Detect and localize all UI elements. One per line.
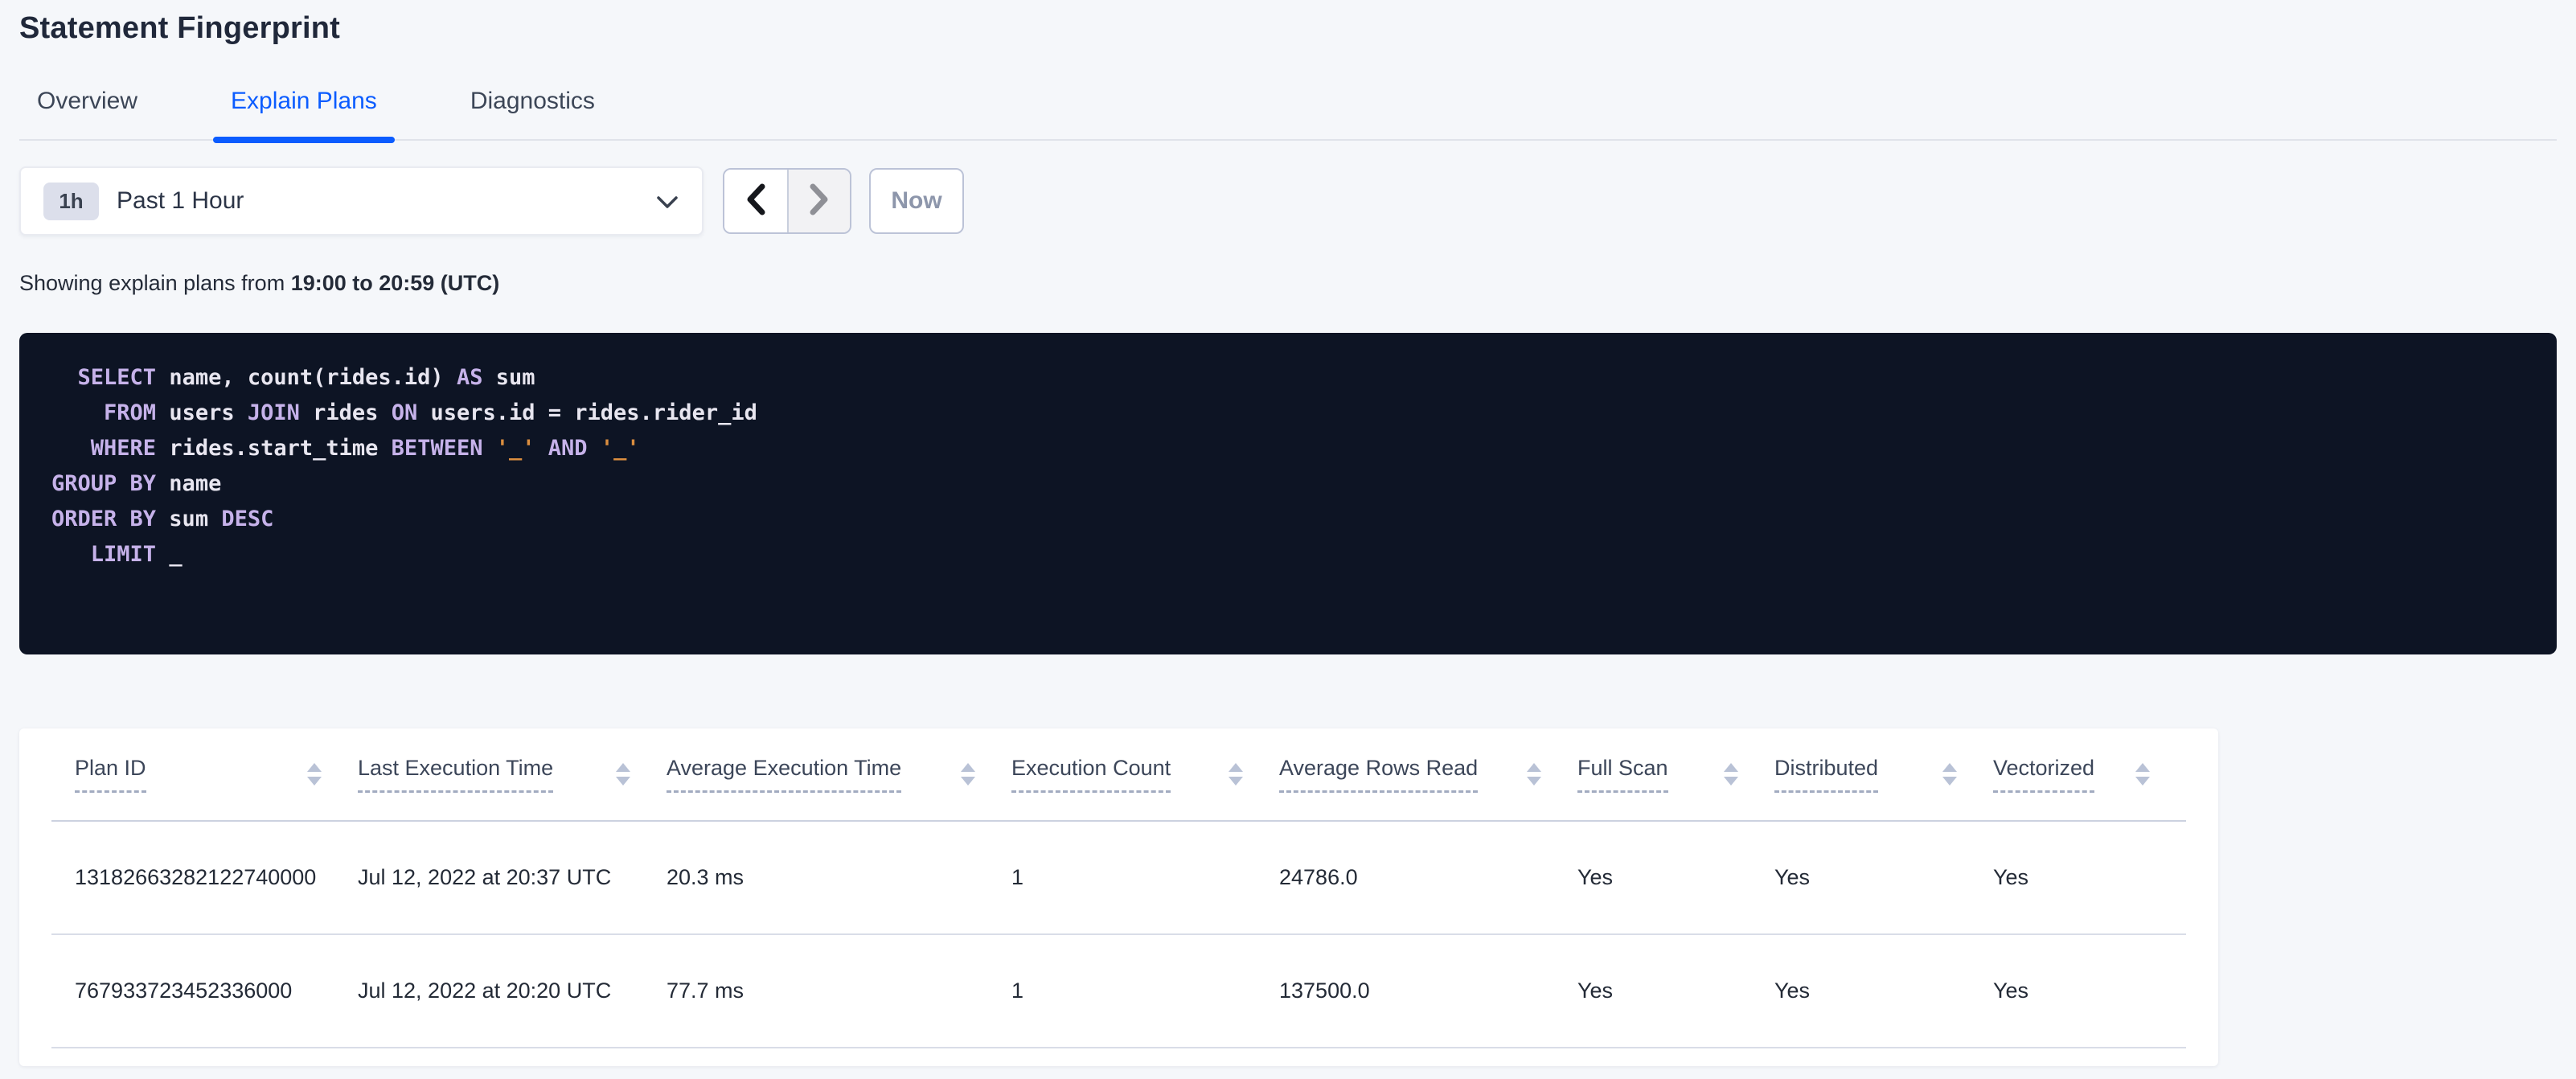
table-cell-average-rows-read: 24786.0	[1279, 865, 1358, 889]
sql-line: GROUP BY name	[51, 471, 222, 496]
tab-label-diagnostics: Diagnostics	[470, 88, 595, 114]
table-cell-execution-count: 1	[1011, 865, 1024, 889]
column-label-plan-id: Plan ID	[75, 756, 146, 793]
sql-statement-box: SELECT name, count(rides.id) AS sum FROM…	[19, 333, 2557, 654]
sort-icon[interactable]	[616, 763, 630, 786]
prev-time-button[interactable]	[724, 170, 787, 232]
table-cell-vectorized: Yes	[1993, 865, 2029, 889]
column-label-full-scan: Full Scan	[1577, 756, 1668, 793]
time-range-badge: 1h	[43, 182, 99, 220]
table-cell-plan-id: 767933723452336000	[75, 978, 293, 1003]
sql-line: FROM users JOIN rides ON users.id = ride…	[104, 400, 757, 425]
now-button[interactable]: Now	[869, 168, 964, 234]
time-picker-row: 1h Past 1 Hour Now	[19, 166, 2557, 236]
tab-label-overview: Overview	[37, 88, 138, 114]
table-cell-full-scan: Yes	[1577, 865, 1614, 889]
column-header-execution-count[interactable]: Execution Count	[1011, 756, 1279, 793]
sql-line: WHERE rides.start_time BETWEEN '_' AND '…	[90, 436, 640, 461]
tab-explain-plans[interactable]: Explain Plans	[213, 88, 395, 143]
table-cell-distributed: Yes	[1774, 865, 1811, 889]
table-header-row: Plan ID Last Execution Time Average Exec…	[51, 728, 2186, 822]
statement-fingerprint-page: Statement Fingerprint Overview Explain Pl…	[0, 0, 2576, 1066]
sql-line: SELECT name, count(rides.id) AS sum	[77, 365, 535, 390]
column-label-execution-count: Execution Count	[1011, 756, 1171, 793]
column-header-plan-id[interactable]: Plan ID	[51, 756, 358, 793]
time-nav-group	[723, 168, 851, 234]
column-header-vectorized[interactable]: Vectorized	[1993, 756, 2186, 793]
column-label-distributed: Distributed	[1774, 756, 1879, 793]
next-time-button[interactable]	[787, 170, 850, 232]
table-cell-average-execution-time: 20.3 ms	[667, 865, 744, 889]
tab-bar: Overview Explain Plans Diagnostics	[19, 88, 2557, 143]
column-label-average-execution-time: Average Execution Time	[667, 756, 902, 793]
table-cell-average-execution-time: 77.7 ms	[667, 978, 744, 1003]
table-cell-plan-id: 13182663282122740000	[75, 865, 317, 889]
table-row: 767933723452336000 Jul 12, 2022 at 20:20 …	[51, 935, 2186, 1048]
table-body: 13182663282122740000 Jul 12, 2022 at 20:3…	[51, 822, 2186, 1048]
explain-plans-table: Plan ID Last Execution Time Average Exec…	[19, 728, 2218, 1066]
sort-icon[interactable]	[1942, 763, 1957, 786]
table-cell-last-execution-time: Jul 12, 2022 at 20:20 UTC	[358, 978, 612, 1003]
sort-icon[interactable]	[961, 763, 975, 786]
time-range-label: Past 1 Hour	[117, 187, 244, 214]
table-cell-full-scan: Yes	[1577, 978, 1614, 1003]
table-cell-execution-count: 1	[1011, 978, 1024, 1003]
column-header-average-execution-time[interactable]: Average Execution Time	[667, 756, 1011, 793]
column-label-last-execution-time: Last Execution Time	[358, 756, 554, 793]
table-cell-average-rows-read: 137500.0	[1279, 978, 1370, 1003]
column-label-vectorized: Vectorized	[1993, 756, 2095, 793]
table-cell-distributed: Yes	[1774, 978, 1811, 1003]
sort-icon[interactable]	[307, 763, 322, 786]
table-cell-vectorized: Yes	[1993, 978, 2029, 1003]
sort-icon[interactable]	[1724, 763, 1738, 786]
chevron-down-icon	[655, 195, 679, 214]
tab-overview[interactable]: Overview	[19, 88, 155, 139]
tab-label-explain-plans: Explain Plans	[231, 88, 377, 114]
chevron-left-icon	[744, 181, 768, 222]
sql-line: ORDER BY sum DESC	[51, 507, 274, 531]
status-line-prefix: Showing explain plans from	[19, 271, 291, 295]
tab-diagnostics[interactable]: Diagnostics	[453, 88, 613, 139]
sort-icon[interactable]	[1527, 763, 1541, 786]
column-header-distributed[interactable]: Distributed	[1774, 756, 1993, 793]
status-line: Showing explain plans from 19:00 to 20:5…	[19, 271, 2557, 296]
sort-icon[interactable]	[2135, 763, 2150, 786]
sort-icon[interactable]	[1229, 763, 1243, 786]
table-cell-last-execution-time: Jul 12, 2022 at 20:37 UTC	[358, 865, 612, 889]
column-label-average-rows-read: Average Rows Read	[1279, 756, 1479, 793]
status-line-range: 19:00 to 20:59 (UTC)	[290, 271, 500, 295]
chevron-right-icon	[807, 181, 831, 222]
column-header-average-rows-read[interactable]: Average Rows Read	[1279, 756, 1577, 793]
column-header-full-scan[interactable]: Full Scan	[1577, 756, 1774, 793]
table-row: 13182663282122740000 Jul 12, 2022 at 20:3…	[51, 822, 2186, 935]
page-title: Statement Fingerprint	[19, 11, 341, 45]
sql-line: LIMIT _	[90, 542, 183, 567]
column-header-last-execution-time[interactable]: Last Execution Time	[358, 756, 667, 793]
time-range-dropdown[interactable]: 1h Past 1 Hour	[19, 166, 703, 236]
